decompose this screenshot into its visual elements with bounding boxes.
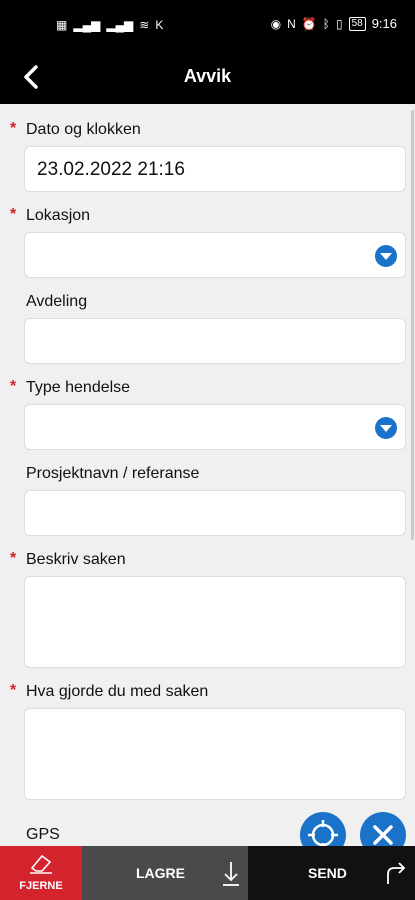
required-marker: * [10,550,17,567]
save-button[interactable]: LAGRE [82,846,248,900]
app-bar: Avvik [0,52,415,104]
location-label: Lokasjon [26,207,91,224]
save-label: LAGRE [136,865,185,881]
required-marker: * [10,682,17,699]
event-type-dropdown[interactable] [24,404,406,450]
describe-textarea[interactable] [24,576,406,668]
nfc-icon: N [287,16,296,31]
signal-2-icon: ▂▄▆ [106,18,134,32]
eraser-icon [30,854,52,874]
battery-icon: 58 [348,16,366,31]
signal-icon: ▂▄▆ [73,18,101,32]
send-label: SEND [308,865,347,881]
date-value: 23.02.2022 21:16 [37,159,185,180]
project-label: Prosjektnavn / referanse [26,465,200,482]
status-bar-left: ▦ ▂▄▆ ▂▄▆ ≋ K [56,18,163,32]
action-textarea[interactable] [24,708,406,800]
gps-label: GPS [26,826,60,843]
status-bar: ▦ ▂▄▆ ▂▄▆ ≋ K ◉ N ⏰ ᛒ ▯ 58 9:16 [0,0,415,52]
download-arrow-icon [223,862,239,886]
project-field[interactable] [24,490,406,536]
scrollbar[interactable] [411,110,414,540]
required-marker: * [10,120,17,137]
page-title: Avvik [183,66,232,86]
k-icon: K [155,18,164,32]
bluetooth-icon: ᛒ [322,16,330,31]
event-type-label: Type hendelse [26,379,131,396]
clock: 9:16 [371,16,397,31]
chevron-down-icon [375,417,397,439]
date-field[interactable]: 23.02.2022 21:16 [24,146,406,192]
department-label: Avdeling [26,293,88,310]
chevron-down-icon [375,245,397,267]
status-bar-right: ◉ N ⏰ ᛒ ▯ 58 9:16 [271,16,397,31]
required-marker: * [10,378,17,395]
location-dropdown[interactable] [24,232,406,278]
vibrate-icon: ▯ [335,16,343,31]
alarm-icon: ⏰ [301,16,317,31]
describe-label: Beskriv saken [26,551,126,568]
date-label: Dato og klokken [26,121,141,138]
required-marker: * [10,206,17,223]
department-field[interactable] [24,318,406,364]
bottom-bar: FJERNE LAGRE SEND [0,846,415,900]
send-button[interactable]: SEND [248,846,415,900]
sim-icon: ▦ [56,18,68,32]
remove-label: FJERNE [19,880,63,892]
remove-button[interactable]: FJERNE [0,846,82,900]
share-arrow-icon [387,862,406,884]
action-label: Hva gjorde du med saken [26,683,209,700]
wifi-icon: ≋ [139,18,150,32]
eye-icon: ◉ [270,16,282,31]
